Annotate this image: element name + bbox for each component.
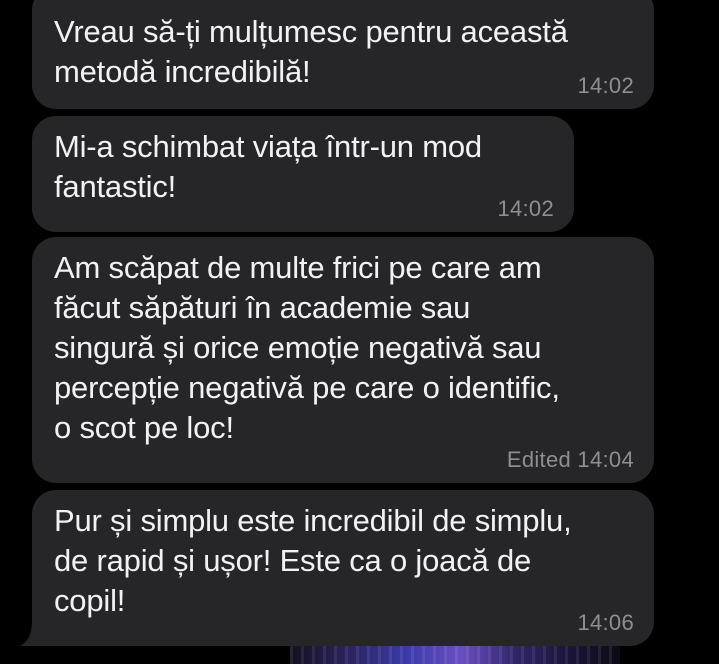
message-time: 14:06 xyxy=(577,610,634,635)
background-image xyxy=(290,646,620,664)
chat-thread: Vreau să-ți mulțumesc pentru această met… xyxy=(0,0,719,664)
message-time: 14:02 xyxy=(497,196,554,221)
message-time: 14:02 xyxy=(577,73,634,98)
message-edited-time: Edited 14:04 xyxy=(506,447,634,472)
message-bubble[interactable]: Pur și simplu este incredibil de simplu,… xyxy=(32,490,654,646)
message-bubble[interactable]: Am scăpat de multe frici pe care am făcu… xyxy=(32,237,654,483)
bubble-tail-icon xyxy=(20,620,48,646)
message-bubble[interactable]: Mi-a schimbat viața într-un mod fantasti… xyxy=(32,116,574,232)
message-text: Vreau să-ți mulțumesc pentru această met… xyxy=(54,14,568,89)
message-text: Pur și simplu este incredibil de simplu,… xyxy=(54,503,572,618)
message-bubble[interactable]: Vreau să-ți mulțumesc pentru această met… xyxy=(32,0,654,109)
message-text: Mi-a schimbat viața într-un mod fantasti… xyxy=(54,129,482,204)
message-text: Am scăpat de multe frici pe care am făcu… xyxy=(54,250,560,445)
